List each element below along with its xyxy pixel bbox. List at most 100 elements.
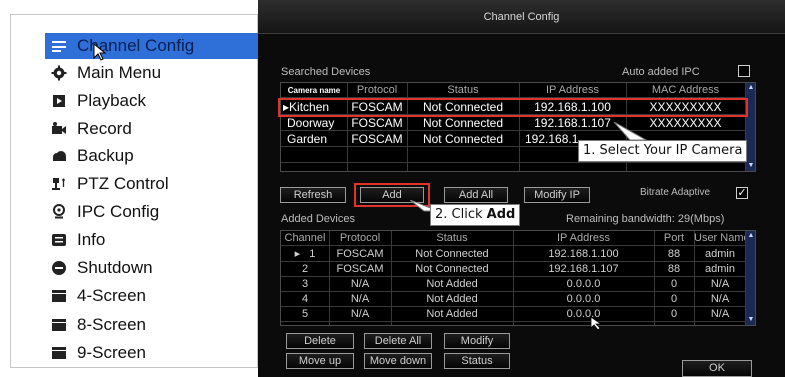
menu-item-label: Backup <box>77 146 134 165</box>
9-screen-icon <box>51 345 67 361</box>
menu-item-label: Main Menu <box>77 63 162 82</box>
camera-name-cell: ▸Kitchen <box>283 100 330 114</box>
scroll-up-icon[interactable]: ▲ <box>747 232 755 240</box>
channel-config-window: Channel Config Searched Devices Auto add… <box>258 0 785 377</box>
table-row[interactable]: 5 N/A Not Added 0.0.0.0 0 N/A <box>281 307 755 322</box>
menu-item-channel-config[interactable]: Channel Config <box>45 33 259 59</box>
searched-devices-label: Searched Devices <box>281 66 371 78</box>
delete-button[interactable]: Delete <box>286 333 354 349</box>
status-cell: Not Connected <box>422 100 504 114</box>
channel-cell: 2 <box>301 263 309 275</box>
ip-cell: 0.0.0.0 <box>566 278 601 290</box>
bandwidth-label: Remaining bandwidth: 29(Mbps) <box>566 213 725 225</box>
ip-cell: 192.168.1.100 <box>534 100 611 114</box>
channel-cell: 3 <box>301 278 309 290</box>
mouse-cursor-icon <box>93 43 107 61</box>
protocol-cell: N/A <box>350 278 370 290</box>
port-cell: 88 <box>667 248 681 260</box>
channel-config-icon <box>51 38 67 54</box>
8-screen-icon <box>51 317 67 333</box>
menu-item-9-screen[interactable]: 9-Screen <box>51 340 261 366</box>
menu-item-shutdown[interactable]: Shutdown <box>51 255 261 281</box>
column-header: IP Address <box>546 84 599 96</box>
menu-item-main-menu[interactable]: Main Menu <box>51 60 261 86</box>
protocol-cell: FOSCAM <box>351 100 403 114</box>
mouse-cursor-icon <box>590 316 603 331</box>
protocol-cell: FOSCAM <box>336 248 384 260</box>
column-header: IP Address <box>557 232 610 244</box>
menu-item-label: Playback <box>77 91 146 110</box>
auto-added-checkbox[interactable] <box>738 65 750 77</box>
status-cell: Not Connected <box>422 116 504 130</box>
table-header: Camera name Protocol Status IP Address M… <box>281 83 755 98</box>
port-cell: 0 <box>670 308 678 320</box>
table-row[interactable]: ▸Kitchen FOSCAM Not Connected 192.168.1.… <box>281 100 755 115</box>
protocol-cell: FOSCAM <box>336 263 384 275</box>
camera-icon <box>51 121 67 137</box>
step-2-callout: 2. Click Add <box>430 204 521 226</box>
refresh-button[interactable]: Refresh <box>280 187 346 203</box>
column-header: Status <box>436 232 468 244</box>
table-row[interactable]: 3 N/A Not Added 0.0.0.0 0 N/A <box>281 277 755 292</box>
move-up-button[interactable]: Move up <box>286 353 354 369</box>
menu-item-4-screen[interactable]: 4-Screen <box>51 283 261 309</box>
modify-button[interactable]: Modify <box>444 333 510 349</box>
menu-item-info[interactable]: Info <box>51 227 261 253</box>
move-down-button[interactable]: Move down <box>364 353 432 369</box>
ip-cell: 192.168.1.1 <box>525 132 579 146</box>
ip-cell: 192.168.1.100 <box>548 248 619 260</box>
menu-item-label: Info <box>77 230 106 249</box>
added-devices-table: Channel Protocol Status IP Address Port … <box>280 230 756 326</box>
menu-item-label: PTZ Control <box>77 174 169 193</box>
menu-item-label: 9-Screen <box>77 343 146 362</box>
column-header: Channel <box>284 232 326 244</box>
user-cell: admin <box>705 263 735 275</box>
protocol-cell: N/A <box>350 293 370 305</box>
channel-cell: 4 <box>301 293 309 305</box>
column-header: MAC Address <box>651 84 720 96</box>
column-header: User Name <box>694 232 746 244</box>
info-icon <box>51 232 67 248</box>
ptz-icon <box>51 176 67 192</box>
menu-item-ptz-control[interactable]: PTZ Control <box>51 171 261 197</box>
menu-item-backup[interactable]: Backup <box>51 143 261 169</box>
status-cell: Not Added <box>426 308 478 320</box>
status-cell: Not Connected <box>415 263 489 275</box>
ip-cell: 0.0.0.0 <box>566 308 601 320</box>
added-scrollbar[interactable]: ▲ ▼ <box>745 231 755 325</box>
add-all-button[interactable]: Add All <box>444 187 508 203</box>
step-1-callout: 1. Select Your IP Camera <box>578 140 748 162</box>
protocol-cell: FOSCAM <box>351 116 403 130</box>
window-title: Channel Config <box>258 0 785 34</box>
status-cell: Not Added <box>426 293 478 305</box>
user-cell: N/A <box>710 293 730 305</box>
menu-item-8-screen[interactable]: 8-Screen <box>51 312 261 338</box>
menu-item-playback[interactable]: Playback <box>51 88 261 114</box>
user-cell: N/A <box>710 308 730 320</box>
menu-item-record[interactable]: Record <box>51 116 261 142</box>
ipc-icon <box>51 204 67 220</box>
main-menu-panel: Channel Config Main Menu Playback Record… <box>10 14 261 368</box>
delete-all-button[interactable]: Delete All <box>364 333 432 349</box>
column-header: Port <box>663 232 685 244</box>
table-row[interactable]: Doorway FOSCAM Not Connected 192.168.1.1… <box>281 116 755 131</box>
menu-item-ipc-config[interactable]: IPC Config <box>51 199 261 225</box>
auto-added-label: Auto added IPC <box>622 66 700 78</box>
scroll-down-icon[interactable]: ▼ <box>747 316 755 324</box>
gear-icon <box>51 65 67 81</box>
scroll-up-icon[interactable]: ▲ <box>747 84 755 92</box>
camera-name-cell: Garden <box>287 132 328 146</box>
status-button[interactable]: Status <box>444 353 510 369</box>
table-row[interactable]: ▸ 1 FOSCAM Not Connected 192.168.1.100 8… <box>281 247 755 262</box>
ok-button[interactable]: OK <box>682 360 752 377</box>
table-row[interactable]: 4 N/A Not Added 0.0.0.0 0 N/A <box>281 292 755 307</box>
camera-name-cell: Doorway <box>287 116 335 130</box>
column-header: Camera name <box>287 86 341 95</box>
mac-cell: XXXXXXXXX <box>649 100 722 114</box>
added-devices-label: Added Devices <box>281 213 355 225</box>
scroll-down-icon[interactable]: ▼ <box>747 162 755 170</box>
table-row[interactable]: 2 FOSCAM Not Connected 192.168.1.107 88 … <box>281 262 755 277</box>
bitrate-adaptive-checkbox[interactable]: ✓ <box>736 187 748 199</box>
menu-item-label: IPC Config <box>77 202 160 221</box>
modify-ip-button[interactable]: Modify IP <box>524 187 590 203</box>
